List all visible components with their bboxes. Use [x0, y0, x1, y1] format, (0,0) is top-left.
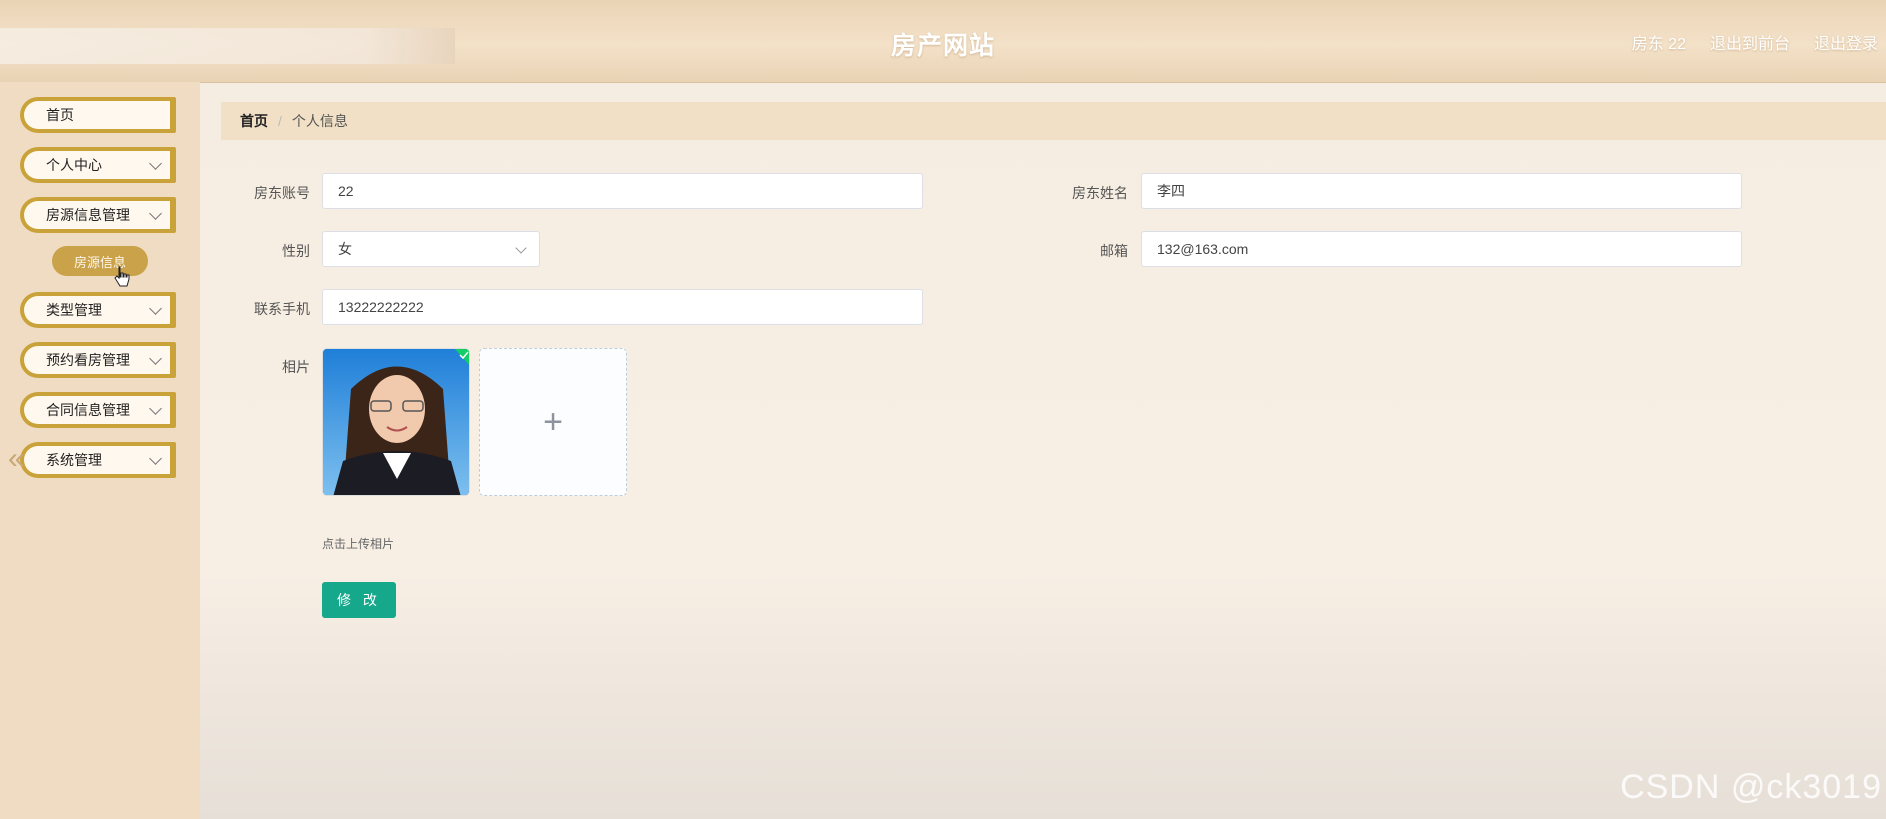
chevron-down-icon — [149, 352, 162, 365]
account-value: 22 — [338, 183, 354, 199]
phone-input[interactable]: 13222222222 — [322, 289, 923, 325]
account-label: 房东账号 — [254, 185, 310, 201]
chevron-down-icon — [149, 302, 162, 315]
site-title: 房产网站 — [890, 32, 995, 60]
submit-edit-button[interactable]: 修 改 — [322, 582, 396, 618]
upload-photo-button[interactable]: + — [479, 348, 627, 496]
name-label: 房东姓名 — [1072, 185, 1128, 201]
submenu-item-house-info[interactable]: 房源信息 — [52, 246, 148, 276]
chevron-down-icon — [149, 157, 162, 170]
chevron-down-icon — [515, 242, 527, 254]
sidebar-item-personal-center[interactable]: 个人中心 — [20, 147, 176, 183]
email-input[interactable]: 132@163.com — [1141, 231, 1742, 267]
sidebar-item-type-management[interactable]: 类型管理 — [20, 292, 176, 328]
hand-cursor-icon — [114, 266, 130, 287]
email-value: 132@163.com — [1157, 241, 1249, 257]
sidebar-item-label: 系统管理 — [46, 452, 102, 468]
chevron-down-icon — [149, 207, 162, 220]
sidebar-item-label: 合同信息管理 — [46, 402, 130, 418]
top-header: 房产网站 房东 22 退出到前台 退出登录 — [0, 0, 1886, 83]
sidebar-item-home[interactable]: 首页 — [20, 97, 176, 133]
portrait-image — [323, 349, 469, 495]
gender-label: 性别 — [282, 243, 310, 259]
sidebar-item-house-management[interactable]: 房源信息管理 — [20, 197, 176, 233]
phone-label: 联系手机 — [254, 301, 310, 317]
account-input[interactable]: 22 — [322, 173, 923, 209]
sidebar-item-label: 类型管理 — [46, 302, 102, 318]
current-user: 房东 22 — [1631, 36, 1686, 53]
header-nav: 房东 22 退出到前台 退出登录 — [1632, 30, 1878, 54]
name-value: 李四 — [1157, 183, 1185, 199]
breadcrumb-separator: / — [278, 113, 282, 129]
sidebar-item-label: 个人中心 — [46, 157, 102, 173]
sidebar-item-contract-management[interactable]: 合同信息管理 — [20, 392, 176, 428]
breadcrumb-current: 个人信息 — [291, 113, 348, 129]
chevron-down-icon — [149, 452, 162, 465]
watermark: CSDN @ck3019 — [1620, 768, 1882, 806]
plus-icon: + — [543, 402, 563, 441]
upload-tip: 点击上传相片 — [322, 537, 395, 551]
gender-value: 女 — [338, 241, 352, 257]
exit-front-link[interactable]: 退出到前台 — [1710, 30, 1790, 54]
logout-link[interactable]: 退出登录 — [1814, 30, 1878, 54]
photo-label: 相片 — [282, 359, 310, 375]
chevron-down-icon — [149, 402, 162, 415]
sidebar-item-label: 预约看房管理 — [46, 352, 130, 368]
sidebar-item-label: 房源信息管理 — [46, 207, 130, 223]
email-label: 邮箱 — [1100, 243, 1128, 259]
sidebar-item-label: 首页 — [46, 107, 74, 123]
sidebar-item-system-management[interactable]: 系统管理 — [20, 442, 176, 478]
uploaded-photo[interactable] — [322, 348, 470, 496]
phone-value: 13222222222 — [338, 299, 424, 315]
breadcrumb: 首页 / 个人信息 — [221, 102, 1886, 140]
sidebar: 首页 个人中心 房源信息管理 房源信息 类型管理 预约看房管理 合同信息管理 系… — [0, 82, 200, 819]
breadcrumb-home[interactable]: 首页 — [240, 111, 268, 131]
name-input[interactable]: 李四 — [1141, 173, 1742, 209]
collapse-sidebar-icon[interactable]: « — [8, 442, 25, 476]
gender-select[interactable]: 女 — [322, 231, 540, 267]
sidebar-item-viewing-management[interactable]: 预约看房管理 — [20, 342, 176, 378]
